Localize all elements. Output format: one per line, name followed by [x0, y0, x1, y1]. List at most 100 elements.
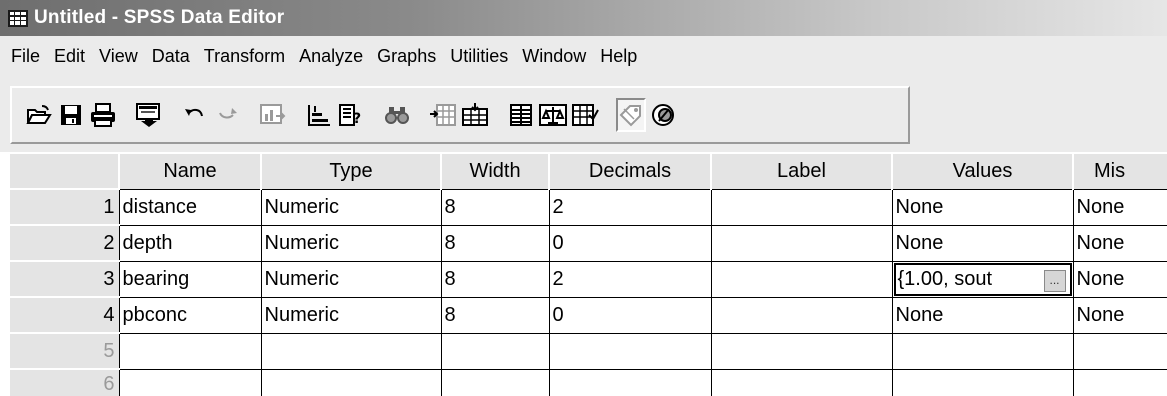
menu-transform[interactable]: Transform	[197, 41, 292, 71]
menu-bar: File Edit View Data Transform Analyze Gr…	[0, 36, 1167, 76]
cell-width[interactable]: 8	[440, 224, 550, 262]
variable-view-grid: Name Type Width Decimals Label Values Mi…	[8, 152, 1167, 396]
cell-width[interactable]: 8	[440, 188, 550, 226]
cell-name[interactable]: distance	[118, 188, 262, 226]
column-header-missing[interactable]: Mis	[1072, 152, 1167, 190]
cell-decimals[interactable]: 0	[548, 296, 712, 334]
corner-cell[interactable]	[8, 152, 120, 190]
print-icon[interactable]	[88, 98, 118, 132]
empty-cell[interactable]	[548, 368, 712, 396]
empty-cell[interactable]	[891, 332, 1074, 370]
menu-edit[interactable]: Edit	[47, 41, 92, 71]
table-row: 5	[8, 332, 1167, 370]
toolbar: ?	[0, 76, 1167, 152]
menu-window[interactable]: Window	[515, 41, 593, 71]
empty-cell[interactable]	[891, 368, 1074, 396]
find-icon[interactable]	[382, 98, 412, 132]
values-editor[interactable]: {1.00, sout ...	[893, 262, 1072, 296]
column-header-decimals[interactable]: Decimals	[548, 152, 712, 190]
empty-cell[interactable]	[710, 332, 893, 370]
menu-file[interactable]: File	[4, 41, 47, 71]
cell-label[interactable]	[710, 296, 893, 334]
redo-icon[interactable]	[212, 98, 242, 132]
cell-missing[interactable]: None	[1072, 224, 1167, 262]
cell-type[interactable]: Numeric	[260, 224, 442, 262]
column-header-width[interactable]: Width	[440, 152, 550, 190]
column-header-label[interactable]: Label	[710, 152, 893, 190]
row-header[interactable]: 1	[8, 188, 120, 226]
empty-cell[interactable]	[118, 332, 262, 370]
cell-decimals[interactable]: 0	[548, 224, 712, 262]
column-header-type[interactable]: Type	[260, 152, 442, 190]
header-row: Name Type Width Decimals Label Values Mi…	[8, 152, 1167, 190]
menu-utilities[interactable]: Utilities	[443, 41, 515, 71]
toolbar-strip: ?	[10, 86, 910, 144]
menu-data[interactable]: Data	[145, 41, 197, 71]
cell-missing[interactable]: None	[1072, 296, 1167, 334]
empty-cell[interactable]	[118, 368, 262, 396]
cell-name[interactable]: depth	[118, 224, 262, 262]
cell-missing[interactable]: None	[1072, 188, 1167, 226]
window-title: Untitled - SPSS Data Editor	[34, 7, 285, 28]
dialog-recall-icon[interactable]	[134, 98, 164, 132]
menu-graphs[interactable]: Graphs	[370, 41, 443, 71]
value-labels-icon[interactable]	[616, 98, 646, 132]
insert-case-icon[interactable]	[428, 98, 458, 132]
undo-icon[interactable]	[180, 98, 210, 132]
cell-type[interactable]: Numeric	[260, 296, 442, 334]
cell-values[interactable]: None	[891, 224, 1074, 262]
empty-cell[interactable]	[260, 368, 442, 396]
cell-type[interactable]: Numeric	[260, 188, 442, 226]
spreadsheet-icon	[8, 9, 28, 27]
select-cases-icon[interactable]	[570, 98, 600, 132]
cell-decimals[interactable]: 2	[548, 188, 712, 226]
row-header[interactable]: 3	[8, 260, 120, 298]
row-header[interactable]: 2	[8, 224, 120, 262]
ellipsis-button[interactable]: ...	[1043, 269, 1066, 292]
cell-width[interactable]: 8	[440, 260, 550, 298]
insert-variable-icon[interactable]	[460, 98, 490, 132]
empty-cell[interactable]	[1072, 332, 1167, 370]
open-icon[interactable]	[24, 98, 54, 132]
goto-chart-icon[interactable]	[258, 98, 288, 132]
cell-label[interactable]	[710, 224, 893, 262]
cell-name[interactable]: bearing	[118, 260, 262, 298]
row-header[interactable]: 4	[8, 296, 120, 334]
table-row: 2 depth Numeric 8 0 None None	[8, 224, 1167, 262]
table-row: 3 bearing Numeric 8 2 {1.00, sout ... No…	[8, 260, 1167, 298]
cell-label[interactable]	[710, 188, 893, 226]
row-header[interactable]: 5	[8, 332, 120, 370]
cell-name[interactable]: pbconc	[118, 296, 262, 334]
split-file-icon[interactable]	[506, 98, 536, 132]
column-header-values[interactable]: Values	[891, 152, 1074, 190]
menu-view[interactable]: View	[92, 41, 145, 71]
column-header-name[interactable]: Name	[118, 152, 262, 190]
menu-analyze[interactable]: Analyze	[292, 41, 370, 71]
goto-case-icon[interactable]	[304, 98, 334, 132]
cell-decimals[interactable]: 2	[548, 260, 712, 298]
svg-text:?: ?	[353, 111, 361, 127]
empty-cell[interactable]	[1072, 368, 1167, 396]
empty-cell[interactable]	[710, 368, 893, 396]
values-text: {1.00, sout	[897, 267, 993, 290]
cell-values[interactable]: None	[891, 188, 1074, 226]
row-header[interactable]: 6	[8, 368, 120, 396]
empty-cell[interactable]	[440, 332, 550, 370]
use-sets-icon[interactable]	[648, 98, 678, 132]
table-row: 6	[8, 368, 1167, 396]
cell-label[interactable]	[710, 260, 893, 298]
empty-cell[interactable]	[260, 332, 442, 370]
save-icon[interactable]	[56, 98, 86, 132]
title-bar: Untitled - SPSS Data Editor	[0, 0, 1167, 36]
table-row: 4 pbconc Numeric 8 0 None None	[8, 296, 1167, 334]
cell-values[interactable]: None	[891, 296, 1074, 334]
cell-missing[interactable]: None	[1072, 260, 1167, 298]
cell-width[interactable]: 8	[440, 296, 550, 334]
variables-icon[interactable]: ?	[336, 98, 366, 132]
cell-values-active[interactable]: {1.00, sout ...	[891, 260, 1074, 298]
empty-cell[interactable]	[440, 368, 550, 396]
weight-cases-icon[interactable]	[538, 98, 568, 132]
cell-type[interactable]: Numeric	[260, 260, 442, 298]
menu-help[interactable]: Help	[593, 41, 644, 71]
empty-cell[interactable]	[548, 332, 712, 370]
